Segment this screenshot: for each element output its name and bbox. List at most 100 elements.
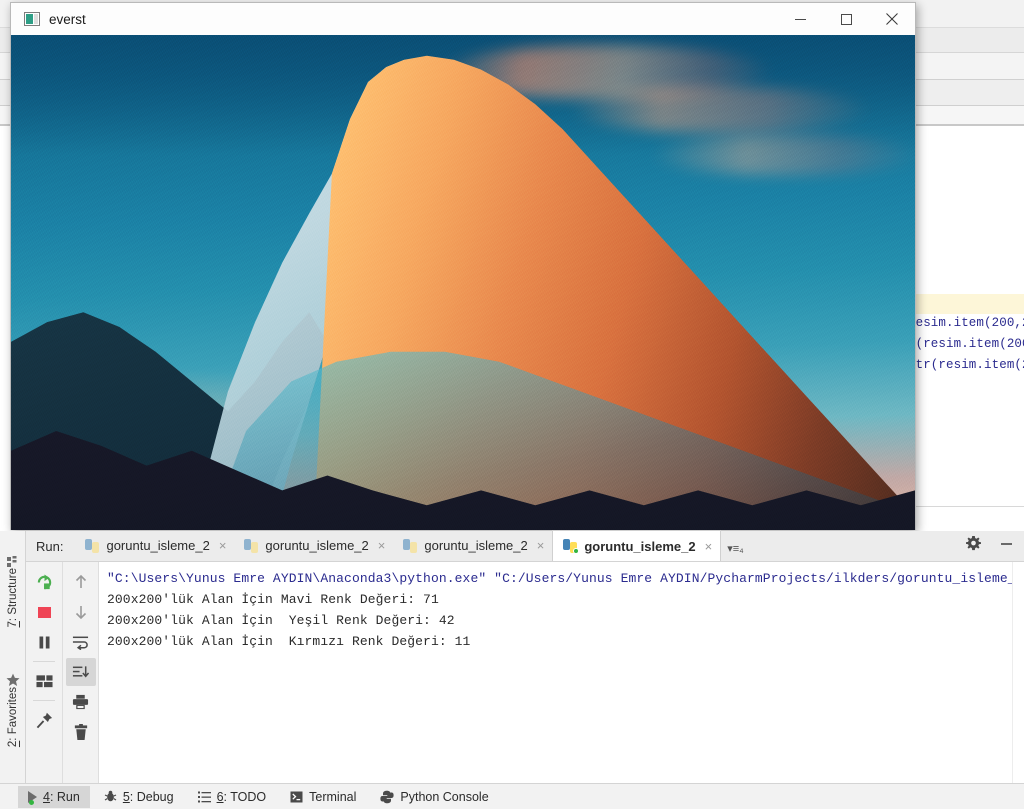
window-title-bar[interactable]: everst xyxy=(11,3,915,35)
close-icon[interactable]: × xyxy=(376,538,386,553)
more-tabs-button[interactable]: ▾≡₄ xyxy=(721,542,751,561)
maximize-button[interactable] xyxy=(823,3,869,35)
run-panel-body: "C:\Users\Yunus Emre AYDIN\Anaconda3\pyt… xyxy=(26,562,1024,783)
status-item-todo[interactable]: 6: TODO xyxy=(188,786,277,808)
image-canvas[interactable] xyxy=(11,35,915,530)
soft-wrap-icon xyxy=(72,636,89,650)
image-viewer-window[interactable]: everst xyxy=(10,2,916,530)
clear-all-button[interactable] xyxy=(66,718,96,746)
todo-shortcut: 6 xyxy=(216,789,224,804)
window-controls xyxy=(777,3,915,35)
structure-shortcut: 7 xyxy=(7,620,19,627)
pause-button[interactable] xyxy=(29,628,59,656)
arrow-down-icon xyxy=(75,606,86,620)
scroll-to-end-button[interactable] xyxy=(65,658,96,686)
pause-icon xyxy=(39,636,49,648)
status-item-label: : Run xyxy=(49,789,80,804)
close-icon[interactable]: × xyxy=(535,538,545,553)
toolbar-separator xyxy=(33,661,55,662)
console-output[interactable]: "C:\Users\Yunus Emre AYDIN\Anaconda3\pyt… xyxy=(98,562,1024,783)
status-item-label: : TODO xyxy=(223,789,267,804)
photo-grain xyxy=(11,35,915,530)
sidebar-item-structure[interactable]: 7: Structure xyxy=(0,535,26,627)
close-button[interactable] xyxy=(869,3,915,35)
left-tool-strip: 7: Structure 2: Favorites xyxy=(0,531,26,783)
layout-icon xyxy=(35,674,53,687)
todo-list-icon xyxy=(197,791,211,802)
status-item-label: Python Console xyxy=(400,789,489,804)
toolbar-separator xyxy=(33,700,55,701)
console-scrollbar[interactable] xyxy=(1012,562,1024,783)
down-the-stack-button[interactable] xyxy=(66,598,96,626)
up-the-stack-button[interactable] xyxy=(66,568,96,596)
image-file-icon xyxy=(24,12,40,26)
soft-wrap-button[interactable] xyxy=(66,628,96,656)
status-item-label: Terminal xyxy=(309,789,357,804)
run-tool-window: Run: goruntu_isleme_2 × goruntu_isleme_2… xyxy=(26,530,1024,783)
run-tab-1[interactable]: goruntu_isleme_2 × xyxy=(75,530,234,561)
status-item-python-console[interactable]: Python Console xyxy=(370,786,498,808)
scroll-to-end-icon xyxy=(72,665,89,677)
status-item-debug[interactable]: 5: Debug xyxy=(94,786,184,808)
run-toolbar-primary xyxy=(26,562,62,783)
print-button[interactable] xyxy=(66,688,96,716)
code-line: resim.item(200,2 xyxy=(908,316,1024,330)
favorites-shortcut: 2 xyxy=(7,740,19,747)
run-shortcut: 4 xyxy=(43,789,50,804)
status-bar: 4: Run 5: Debug 6: TODO Terminal Python … xyxy=(0,783,1024,809)
code-line: str(resim.item(2 xyxy=(908,358,1024,372)
mountain-photo xyxy=(11,35,915,530)
stop-icon xyxy=(37,606,51,618)
python-icon xyxy=(563,539,580,554)
run-toolbar-secondary xyxy=(62,562,98,783)
status-item-label: : Debug xyxy=(129,789,174,804)
python-icon xyxy=(85,538,100,553)
highlighted-code-line xyxy=(908,294,1024,314)
arrow-up-icon xyxy=(75,574,86,588)
code-line: r(resim.item(200 xyxy=(908,337,1024,351)
status-item-terminal[interactable]: Terminal xyxy=(280,786,366,808)
settings-button[interactable] xyxy=(966,535,981,556)
editor-divider xyxy=(908,506,1024,507)
run-tab-label: goruntu_isleme_2 xyxy=(106,538,210,553)
structure-label: 7: Structure xyxy=(7,567,19,627)
sidebar-item-favorites[interactable]: 2: Favorites xyxy=(0,647,26,747)
star-icon xyxy=(6,673,20,686)
debug-shortcut: 5 xyxy=(122,789,130,804)
status-item-run[interactable]: 4: Run xyxy=(18,785,90,808)
minimize-icon xyxy=(1001,542,1012,545)
minimize-icon xyxy=(794,18,806,20)
run-tab-bar: Run: goruntu_isleme_2 × goruntu_isleme_2… xyxy=(26,530,1024,562)
run-tab-2[interactable]: goruntu_isleme_2 × xyxy=(234,530,393,561)
run-tab-4-active[interactable]: goruntu_isleme_2 × xyxy=(552,530,722,561)
structure-icon xyxy=(7,555,17,567)
printer-icon xyxy=(72,694,89,710)
run-tab-label: goruntu_isleme_2 xyxy=(584,538,696,554)
restore-layout-button[interactable] xyxy=(29,667,59,695)
run-icon xyxy=(28,790,37,805)
window-title: everst xyxy=(49,11,86,27)
maximize-icon xyxy=(840,13,852,25)
console-command-line: "C:\Users\Yunus Emre AYDIN\Anaconda3\pyt… xyxy=(107,571,1024,586)
terminal-icon xyxy=(290,791,303,802)
pin-icon xyxy=(36,712,52,728)
stop-button[interactable] xyxy=(29,598,59,626)
console-output-line: 200x200'lük Alan İçin Yeşil Renk Değeri:… xyxy=(107,613,455,628)
hide-panel-button[interactable] xyxy=(999,536,1014,556)
run-tab-label: goruntu_isleme_2 xyxy=(265,538,369,553)
minimize-button[interactable] xyxy=(777,3,823,35)
close-icon[interactable]: × xyxy=(703,539,713,554)
favorites-label: 2: Favorites xyxy=(7,686,19,747)
run-panel-label: Run: xyxy=(36,539,64,554)
gear-icon xyxy=(966,535,981,550)
close-icon[interactable]: × xyxy=(217,538,227,553)
rerun-button[interactable] xyxy=(29,568,59,596)
close-icon xyxy=(886,13,898,25)
screen-root: resim.item(200,2 r(resim.item(200 str(re… xyxy=(0,0,1024,809)
trash-icon xyxy=(74,723,87,740)
rerun-icon xyxy=(37,573,51,589)
run-tab-3[interactable]: goruntu_isleme_2 × xyxy=(393,530,552,561)
console-output-line: 200x200'lük Alan İçin Mavi Renk Değeri: … xyxy=(107,592,439,607)
running-indicator-icon xyxy=(573,548,580,554)
pin-tab-button[interactable] xyxy=(29,706,59,734)
